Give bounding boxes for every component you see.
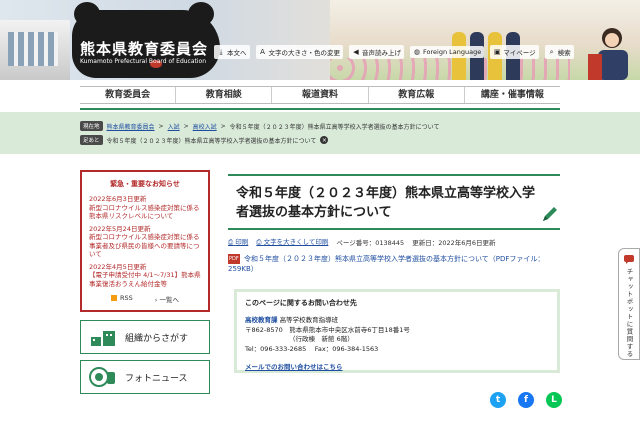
- breadcrumb-band: [0, 112, 640, 154]
- contact-heading: このページに関するお問い合わせ先: [245, 299, 357, 307]
- line-icon[interactable]: L: [546, 392, 562, 408]
- page-meta: ⎙ 印刷 ⎙ 文字を大きくして印刷 ページ番号：0138445 更新日：2022…: [228, 236, 496, 247]
- list-item: 2022年4月5日更新 【電子申請受付中 4/1～7/31】熊本県事業復活おうえ…: [89, 263, 202, 289]
- search-link[interactable]: ⌕ 検索: [544, 45, 574, 59]
- dept-link[interactable]: 高校教育課: [245, 316, 278, 324]
- pdf-icon: PDF: [228, 254, 240, 264]
- news-date: 2022年5月24日更新: [89, 224, 151, 233]
- history-label: 足あと: [80, 135, 103, 145]
- updated-date: 更新日：2022年6月6日更新: [412, 238, 496, 247]
- current-location-label: 現在地: [80, 121, 103, 131]
- photo-news-label: フォトニュース: [125, 373, 188, 384]
- news-date: 2022年4月5日更新: [89, 262, 147, 271]
- pdf-link-row: PDF 令和５年度（２０２３年度）熊本県立高等学校入学者選抜の基本方針について（…: [228, 254, 560, 274]
- contact-address: 〒862-8570 熊本県熊本市中央区水前寺6丁目18番1号: [245, 325, 410, 334]
- mypage-icon: ▣: [493, 48, 501, 56]
- contact-phone: Tel：096-333-2685 Fax：096-384-1563: [245, 344, 379, 353]
- breadcrumb-current: 令和５年度（２０２３年度）熊本県立高等学校入学者選抜の基本方針について: [229, 123, 440, 131]
- foreign-language-link[interactable]: ◍ Foreign Language: [410, 46, 485, 58]
- breadcrumb: 現在地 熊本県教育委員会 > 入試 > 高校入試 > 令和５年度（２０２３年度）…: [80, 121, 439, 131]
- news-list-link[interactable]: › 一覧へ: [155, 294, 179, 304]
- breadcrumb-separator: >: [158, 122, 164, 130]
- pen-icon: [543, 207, 557, 221]
- flowers-photo: [330, 58, 570, 80]
- site-title[interactable]: 熊本県教育委員会: [80, 38, 208, 59]
- chatbot-label: チャットボットに質問する: [625, 268, 633, 358]
- search-icon: ⌕: [549, 48, 554, 56]
- mail-link[interactable]: メールでのお問い合わせはこちら: [245, 363, 343, 371]
- printer-icon: ⎙: [256, 238, 262, 246]
- chevron-right-icon: ›: [154, 296, 158, 304]
- arrow-down-icon: ⤓: [219, 48, 223, 56]
- large-print-link[interactable]: ⎙ 文字を大きくして印刷: [256, 236, 328, 247]
- news-link[interactable]: 新型コロナウイルス感染症対策に係る熊本県リスクレベルについて: [89, 204, 200, 221]
- news-link[interactable]: 【電子申請受付中 4/1～7/31】熊本県事業復活おうえん給付金等: [89, 271, 201, 288]
- news-list: 2022年6月3日更新 新型コロナウイルス感染症対策に係る熊本県リスクレベルにつ…: [89, 195, 202, 288]
- font-size-icon: A: [260, 48, 265, 56]
- building-photo: [0, 20, 70, 80]
- font-size-link[interactable]: A 文字の大きさ・色の変更: [255, 45, 343, 59]
- rss-link[interactable]: RSS: [111, 294, 133, 304]
- mypage-link[interactable]: ▣ マイページ: [490, 45, 539, 59]
- news-date: 2022年6月3日更新: [89, 195, 147, 203]
- chatbot-tab[interactable]: チャットボットに質問する: [618, 248, 640, 360]
- print-link[interactable]: ⎙ 印刷: [228, 236, 248, 247]
- nav-item-events[interactable]: 講座・催事情報: [463, 87, 560, 103]
- read-aloud-link[interactable]: ◀ 音声読み上げ: [349, 45, 404, 59]
- list-item: 2022年5月24日更新 新型コロナウイルス感染症対策に係る事業者及び県民の皆様…: [89, 225, 202, 259]
- chatbot-icon: [624, 255, 634, 264]
- breadcrumb-separator: >: [183, 122, 189, 130]
- contact-box: このページに関するお問い合わせ先 高校教育課 高等学校教育指導班 〒862-85…: [234, 289, 560, 373]
- globe-icon: ◍: [413, 48, 421, 56]
- speaker-icon: ◀: [353, 48, 359, 56]
- skip-to-content-link[interactable]: ⤓ 本文へ: [214, 45, 250, 59]
- news-link[interactable]: 新型コロナウイルス感染症対策に係る事業者及び県民の皆様への要請等について: [89, 233, 200, 258]
- contact-section: 高等学校教育指導班: [279, 316, 339, 324]
- breadcrumb-link-home[interactable]: 熊本県教育委員会: [107, 122, 155, 131]
- contact-dept-line: 高校教育課 高等学校教育指導班: [245, 316, 549, 326]
- facebook-icon[interactable]: f: [518, 392, 534, 408]
- global-nav: 教育委員会 教育相談 報道資料 教育広報 講座・催事情報: [80, 86, 560, 104]
- nav-item-pr[interactable]: 教育広報: [367, 87, 464, 103]
- header-toolbar: ⤓ 本文へ A 文字の大きさ・色の変更 ◀ 音声読み上げ ◍ Foreign Langu…: [214, 44, 574, 60]
- photo-news-button[interactable]: フォトニュース: [80, 360, 210, 394]
- student-girl-photo: [588, 28, 628, 80]
- news-title: 緊急・重要なお知らせ: [110, 180, 180, 188]
- rss-icon: [111, 295, 118, 301]
- list-item: 2022年6月3日更新 新型コロナウイルス感染症対策に係る熊本県リスクレベルにつ…: [89, 195, 202, 221]
- site-header: 熊本県教育委員会 Kumamoto Prefectural Board of E…: [0, 0, 640, 80]
- page-number: ページ番号：0138445: [336, 238, 405, 247]
- breadcrumb-separator: >: [220, 122, 226, 130]
- nav-item-consultation[interactable]: 教育相談: [175, 87, 271, 103]
- news-footer: RSS › 一覧へ: [82, 294, 208, 304]
- printer-icon: ⎙: [228, 238, 234, 246]
- pdf-link[interactable]: 令和５年度（２０２３年度）熊本県立高等学校入学者選抜の基本方針について: [244, 255, 489, 263]
- history-item[interactable]: 令和５年度（２０２３年度）熊本県立高等学校入学者選抜の基本方針について: [107, 136, 317, 145]
- organization-icon: [89, 326, 117, 348]
- close-icon[interactable]: ×: [320, 136, 329, 144]
- org-search-button[interactable]: 組織からさがす: [80, 320, 210, 354]
- nav-item-press[interactable]: 報道資料: [271, 87, 367, 103]
- camera-icon: [89, 366, 117, 388]
- breadcrumb-link-exam[interactable]: 入試: [168, 122, 180, 131]
- urgent-news-box: 緊急・重要なお知らせ 2022年6月3日更新 新型コロナウイルス感染症対策に係る…: [80, 170, 210, 312]
- history-trail: 足あと 令和５年度（２０２３年度）熊本県立高等学校入学者選抜の基本方針について …: [80, 135, 329, 145]
- org-search-label: 組織からさがす: [125, 333, 189, 344]
- site-subtitle: Kumamoto Prefectural Board of Education: [80, 58, 207, 65]
- twitter-icon[interactable]: t: [490, 392, 506, 408]
- contact-building: （行政棟 新館 6階）: [289, 335, 354, 343]
- nav-underline: [80, 108, 560, 110]
- nav-item-board[interactable]: 教育委員会: [80, 87, 175, 103]
- breadcrumb-link-highschool[interactable]: 高校入試: [193, 122, 217, 131]
- page-title: 令和５年度（２０２３年度）熊本県立高等学校入学者選抜の基本方針について: [228, 174, 560, 230]
